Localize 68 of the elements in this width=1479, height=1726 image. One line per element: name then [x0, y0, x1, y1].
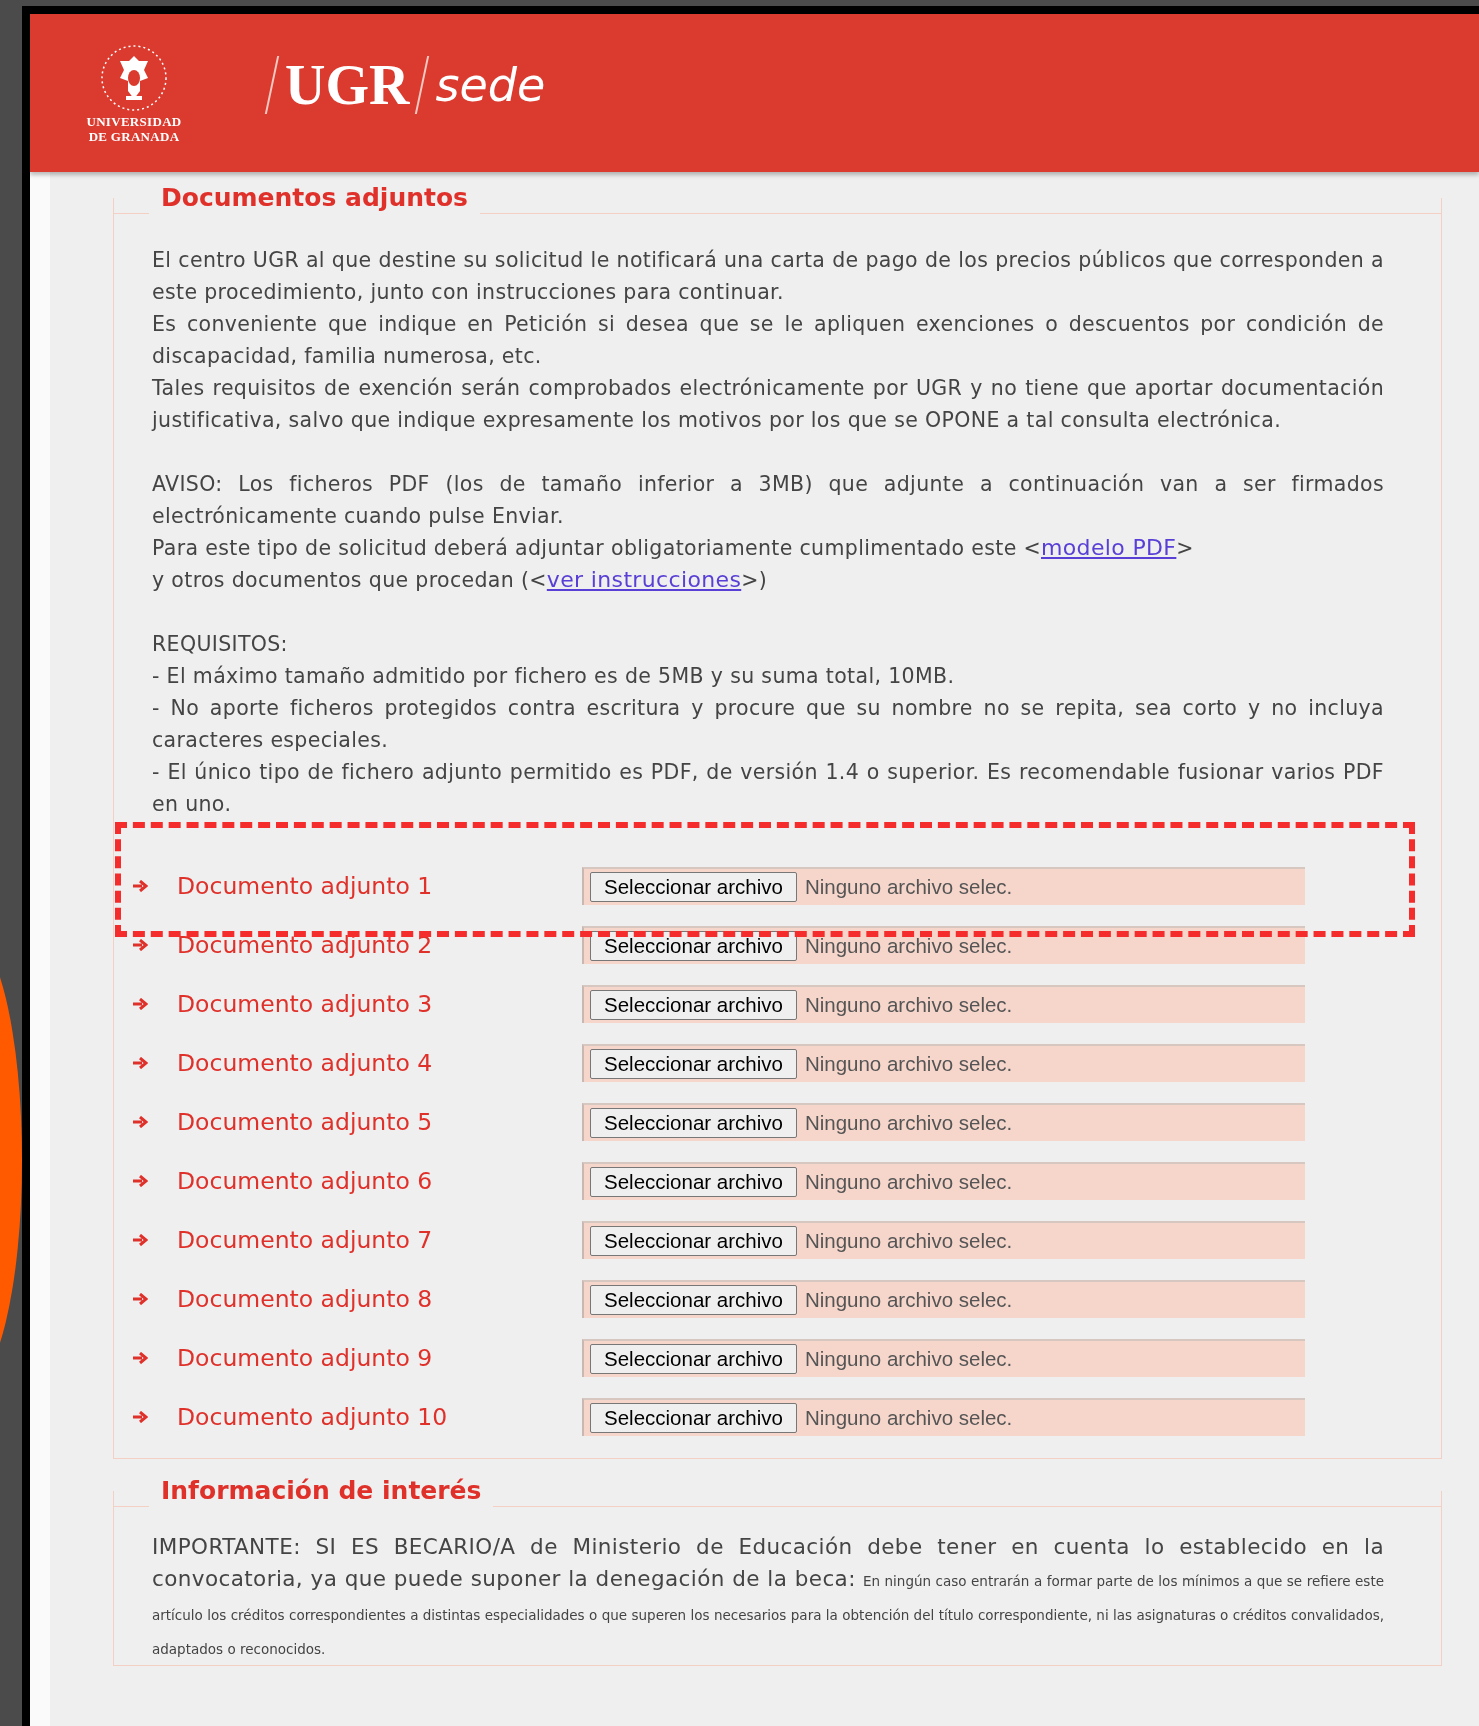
paragraph: El centro UGR al que destine su solicitud le notificará una carta de pago de los precios públicos que corresponden a este procedimiento, junto con instrucciones para continuar.: [152, 247, 1384, 306]
choose-file-button[interactable]: Seleccionar archivo: [590, 1107, 797, 1138]
file-status: Ninguno archivo selec.: [804, 1287, 1013, 1312]
site-logo-text: sede: [435, 57, 546, 114]
arrow-icon: [132, 1056, 148, 1069]
requirements-heading: REQUISITOS:: [152, 631, 289, 658]
requirement-text: - El único tipo de fichero adjunto permitido es PDF, de versión 1.4 o superior. Es recomendable fusionar varios PDF en uno.: [152, 759, 1384, 818]
arrow-icon: [132, 1233, 148, 1246]
arrow-icon: [132, 1115, 148, 1128]
attachment-label: Documento adjunto 1: [177, 870, 434, 901]
arrow-icon: [132, 1410, 148, 1423]
requirement-text: - No aporte ficheros protegidos contra escritura y procure que su nombre no se repita, sea corto y no incluya caracteres especiales.: [152, 695, 1384, 754]
important-paragraph: IMPORTANTE: SI ES BECARIO/A de Ministerio de Educación debe tener en cuenta lo establecido en la convocatoria, ya que puede suponer la denegación de la beca: En ningún caso entrarán a formar parte de los mínimos a que se refiere este artículo los créditos correspondientes a distintas especialidades o que superen los necesarios para la obtención del título correspondiente, ni las asignaturas o créditos convalidados, adaptados o reconocidos.: [152, 1533, 1384, 1659]
file-status: Ninguno archivo selec.: [804, 933, 1013, 958]
file-input[interactable]: Seleccionar archivo Ninguno archivo selec.: [582, 984, 1305, 1023]
choose-file-button[interactable]: Seleccionar archivo: [590, 871, 797, 902]
file-input[interactable]: Seleccionar archivo Ninguno archivo selec.: [582, 1220, 1305, 1259]
site-logo-text: UGR: [285, 55, 410, 115]
attachment-label: Documento adjunto 9: [177, 1342, 434, 1373]
arrow-icon: [132, 997, 148, 1010]
file-input[interactable]: Seleccionar archivo Ninguno archivo selec.: [582, 1338, 1305, 1377]
arrow-icon: [132, 1351, 148, 1364]
attachment-label: Documento adjunto 10: [177, 1401, 449, 1432]
choose-file-button[interactable]: Seleccionar archivo: [590, 1402, 797, 1433]
requirement-text: - El máximo tamaño admitido por fichero es de 5MB y su suma total, 10MB.: [152, 663, 956, 690]
file-status: Ninguno archivo selec.: [804, 1110, 1013, 1135]
file-input[interactable]: Seleccionar archivo Ninguno archivo selec.: [582, 1043, 1305, 1082]
file-input[interactable]: Seleccionar archivo Ninguno archivo selec.: [582, 925, 1305, 964]
file-status: Ninguno archivo selec.: [804, 1346, 1013, 1371]
file-input[interactable]: Seleccionar archivo Ninguno archivo selec.: [582, 1102, 1305, 1141]
arrow-icon: [132, 938, 148, 951]
file-status: Ninguno archivo selec.: [804, 874, 1013, 899]
paragraph: y otros documentos que procedan (<ver instrucciones>): [152, 566, 769, 594]
file-status: Ninguno archivo selec.: [804, 1169, 1013, 1194]
attachment-label: Documento adjunto 5: [177, 1106, 434, 1137]
attachment-label: Documento adjunto 8: [177, 1283, 434, 1314]
document-link[interactable]: ver instrucciones: [546, 567, 742, 592]
university-name: DE GRANADA: [88, 129, 180, 144]
notice-text: AVISO: Los ficheros PDF (los de tamaño inferior a 3MB) que adjunte a continuación van a ser firmados electrónicamente cuando pulse Enviar.: [152, 471, 1384, 530]
choose-file-button[interactable]: Seleccionar archivo: [590, 1048, 797, 1079]
file-status: Ninguno archivo selec.: [804, 1405, 1013, 1430]
attachment-label: Documento adjunto 6: [177, 1165, 434, 1196]
choose-file-button[interactable]: Seleccionar archivo: [590, 1225, 797, 1256]
university-name: UNIVERSIDAD: [86, 114, 182, 129]
file-input[interactable]: Seleccionar archivo Ninguno archivo selec.: [582, 1161, 1305, 1200]
arrow-icon: [132, 1292, 148, 1305]
arrow-icon: [132, 879, 148, 892]
file-input[interactable]: Seleccionar archivo Ninguno archivo selec.: [582, 1279, 1305, 1318]
attachment-label: Documento adjunto 7: [177, 1224, 434, 1255]
crest-icon: [99, 42, 169, 114]
choose-file-button[interactable]: Seleccionar archivo: [590, 1343, 797, 1374]
attachment-label: Documento adjunto 4: [177, 1047, 434, 1078]
file-input[interactable]: Seleccionar archivo Ninguno archivo selec.: [582, 1397, 1305, 1436]
paragraph: Tales requisitos de exención serán comprobados electrónicamente por UGR y no tiene que aportar documentación justificativa, salvo que indique expresamente los motivos por los que se OPONE a tal consulta electrónica.: [152, 375, 1384, 434]
document-link[interactable]: modelo PDF: [1041, 535, 1177, 560]
file-status: Ninguno archivo selec.: [804, 1228, 1013, 1253]
choose-file-button[interactable]: Seleccionar archivo: [590, 989, 797, 1020]
paragraph: Para este tipo de solicitud deberá adjuntar obligatoriamente cumplimentado este <modelo PDF>: [152, 534, 1195, 562]
choose-file-button[interactable]: Seleccionar archivo: [590, 1166, 797, 1197]
choose-file-button[interactable]: Seleccionar archivo: [590, 1284, 797, 1315]
file-status: Ninguno archivo selec.: [804, 1051, 1013, 1076]
paragraph: Es conveniente que indique en Petición si desea que se le apliquen exenciones o descuentos por condición de discapacidad, familia numerosa, etc.: [152, 311, 1384, 370]
arrow-icon: [132, 1174, 148, 1187]
section-title: Información de interés: [160, 1476, 483, 1506]
file-input[interactable]: Seleccionar archivo Ninguno archivo selec.: [582, 866, 1305, 905]
section-title: Documentos adjuntos: [160, 183, 469, 213]
file-status: Ninguno archivo selec.: [804, 992, 1013, 1017]
attachment-label: Documento adjunto 3: [177, 988, 434, 1019]
